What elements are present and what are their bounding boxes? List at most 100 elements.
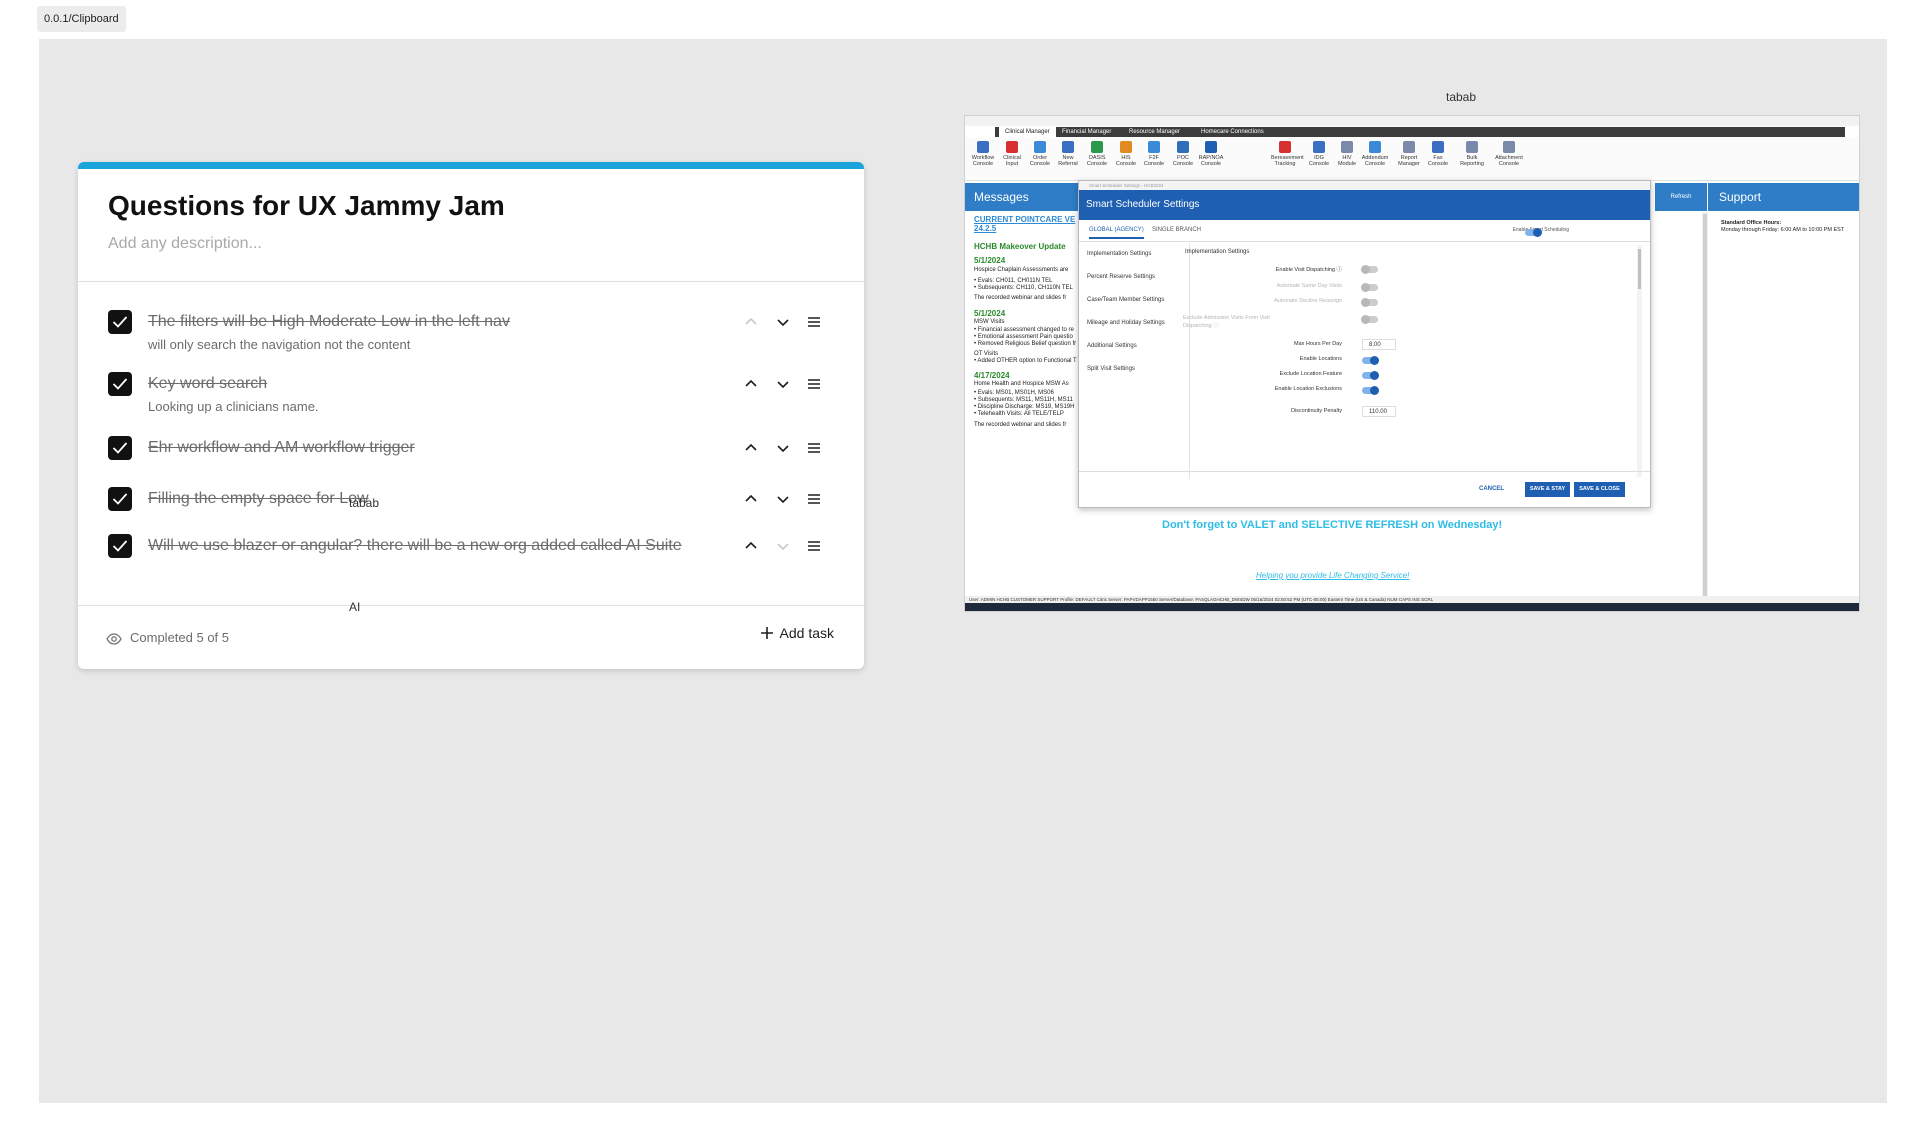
hamburger-menu-icon[interactable] (803, 437, 825, 459)
settings-menu-item: Percent Reserve Settings (1087, 274, 1156, 280)
ribbon-icon (1062, 141, 1074, 153)
message-line: MSW Visits (974, 319, 1005, 325)
hamburger-menu-icon[interactable] (803, 488, 825, 510)
message-line: OT Visits (974, 351, 999, 357)
section-title: Implementation Settings (1185, 249, 1250, 255)
ribbon-icon (1432, 141, 1444, 153)
task-checkbox[interactable] (108, 487, 132, 511)
card-title[interactable]: Questions for UX Jammy Jam (108, 190, 505, 222)
task-checkbox[interactable] (108, 436, 132, 460)
chevron-up-icon[interactable] (740, 311, 762, 333)
app-tab: Homecare Connections (1201, 129, 1264, 135)
pasted-app-screenshot[interactable]: Clinical Manager Financial Manager Resourc… (964, 115, 1860, 612)
hamburger-menu-icon[interactable] (803, 311, 825, 333)
setting-label: Enable Visit Dispatching ⓘ (1275, 267, 1342, 273)
tagline-link: Helping you provide Life Changing Servic… (1256, 571, 1410, 580)
ribbon-button: New Referral (1054, 141, 1082, 167)
dialog-header: Smart Scheduler Settings (1079, 190, 1650, 220)
frame-label[interactable]: 0.0.1/Clipboard (37, 6, 126, 32)
ribbon-icon (1091, 141, 1103, 153)
status-bar: User: ADMIN HCHB CUSTOMER SUPPORT Profil… (965, 596, 1859, 603)
ribbon-icon (1466, 141, 1478, 153)
task-title[interactable]: Will we use blazer or angular? there wil… (148, 535, 688, 557)
task-note: Looking up a clinicians name. (148, 399, 319, 414)
task-checkbox[interactable] (108, 372, 132, 396)
setting-label: Automate Decline Reassign (1274, 298, 1342, 304)
description-field[interactable]: Add any description... (108, 235, 262, 253)
ribbon-label: Bulk Reporting (1460, 155, 1484, 167)
ribbon-icon (1503, 141, 1515, 153)
ribbon-icon (1403, 141, 1415, 153)
ribbon-button: Report Manager (1395, 141, 1423, 167)
chevron-down-icon[interactable] (772, 373, 794, 395)
setting-label: Exclude Admission Visits From Visit Disp… (1183, 315, 1270, 329)
chevron-down-icon[interactable] (772, 437, 794, 459)
ribbon-label: New Referral (1058, 155, 1078, 167)
support-info: Standard Office Hours: Monday through Fr… (1721, 220, 1844, 234)
ribbon-label: Workflow Console (971, 155, 995, 167)
setting-label: Automate Same Day Visits (1276, 283, 1342, 289)
message-line: • Subsequents: MS11, MS11H, MS11 (974, 397, 1073, 403)
completion-status: Completed 5 of 5 (130, 630, 230, 645)
ribbon-button: RAP/NOA Console (1197, 141, 1225, 167)
settings-menu: Implementation Settings Percent Reserve S… (1087, 251, 1165, 389)
add-task-label: Add task (779, 625, 834, 641)
setting-toggle (1361, 298, 1378, 307)
settings-menu-item: Case/Team Member Settings (1087, 297, 1165, 303)
dialog-scrollbar (1637, 245, 1642, 477)
card-accent-bar (78, 162, 864, 169)
support-line: Standard Office Hours: (1721, 220, 1782, 226)
scrollbar (1702, 212, 1708, 604)
message-line: 5/1/2024 (974, 309, 1006, 318)
ribbon-label: Clinical Input (1003, 155, 1021, 167)
message-line: • Removed Religious Belief question fr (974, 341, 1077, 347)
chevron-down-icon[interactable] (772, 535, 794, 557)
task-title[interactable]: Ehr workflow and AM workflow trigger (148, 437, 688, 459)
app-tab: Financial Manager (1062, 129, 1112, 135)
chevron-up-icon[interactable] (740, 373, 762, 395)
ribbon-label: RAP/NOA Console (1198, 155, 1224, 167)
setting-label: Enable Locations (1299, 356, 1342, 362)
message-line: • Discipline Discharge: MS19, MS19H (974, 404, 1075, 410)
task-checkbox[interactable] (108, 534, 132, 558)
ribbon-button: Fax Console (1424, 141, 1452, 167)
chevron-up-icon[interactable] (740, 488, 762, 510)
ribbon-label: OASIS Console (1086, 155, 1108, 167)
smart-scheduler-dialog: Smart Scheduler Settings - HCB2024 Smart… (1078, 180, 1651, 508)
hamburger-menu-icon[interactable] (803, 535, 825, 557)
task-title[interactable]: The filters will be High Moderate Low in… (148, 311, 688, 333)
chevron-down-icon[interactable] (772, 311, 794, 333)
hamburger-menu-icon[interactable] (803, 373, 825, 395)
message-line: 5/1/2024 (974, 256, 1006, 265)
task-title[interactable]: Filling the empty space for Low (148, 488, 688, 510)
support-line: Monday through Friday: 6:00 AM to 10:00 … (1721, 227, 1845, 233)
ribbon-icon (1034, 141, 1046, 153)
task-title[interactable]: Key word search (148, 373, 688, 395)
chevron-up-icon[interactable] (740, 437, 762, 459)
dialog-footer: CANCEL SAVE & STAY SAVE & CLOSE (1079, 471, 1650, 507)
setting-toggle (1362, 356, 1379, 365)
ribbon-label: Addendum Console (1361, 155, 1389, 167)
message-line: Home Health and Hospice MSW As (974, 381, 1069, 387)
eye-icon[interactable] (106, 631, 122, 652)
enable-smart-scheduling-toggle (1525, 228, 1542, 237)
save-stay-button: SAVE & STAY (1525, 482, 1570, 497)
ribbon-icon (1313, 141, 1325, 153)
chevron-down-icon[interactable] (772, 488, 794, 510)
add-task-button[interactable]: Add task (760, 625, 834, 641)
chevron-up-icon[interactable] (740, 535, 762, 557)
enable-smart-scheduling-label: Enable Smart Scheduling (1512, 227, 1569, 233)
ribbon-button: HIV Module (1333, 141, 1361, 167)
ribbon-button: Workflow Console (969, 141, 997, 167)
ribbon-button: Clinical Input (998, 141, 1026, 167)
ribbon-button: Addendum Console (1361, 141, 1389, 167)
ribbon-icon (1006, 141, 1018, 153)
message-line: 24.2.5 (974, 224, 997, 233)
message-line: CURRENT POINTCARE VE (974, 215, 1076, 224)
ribbon-label: Order Console (1029, 155, 1051, 167)
ribbon-label: Attachment Console (1495, 155, 1523, 167)
ribbon-button: Bereavement Tracking (1271, 141, 1304, 167)
ribbon-label: IDG Console (1308, 155, 1330, 167)
task-checkbox[interactable] (108, 310, 132, 334)
app-ribbon: Workflow Console Clinical Input Order Cons… (965, 137, 1859, 181)
